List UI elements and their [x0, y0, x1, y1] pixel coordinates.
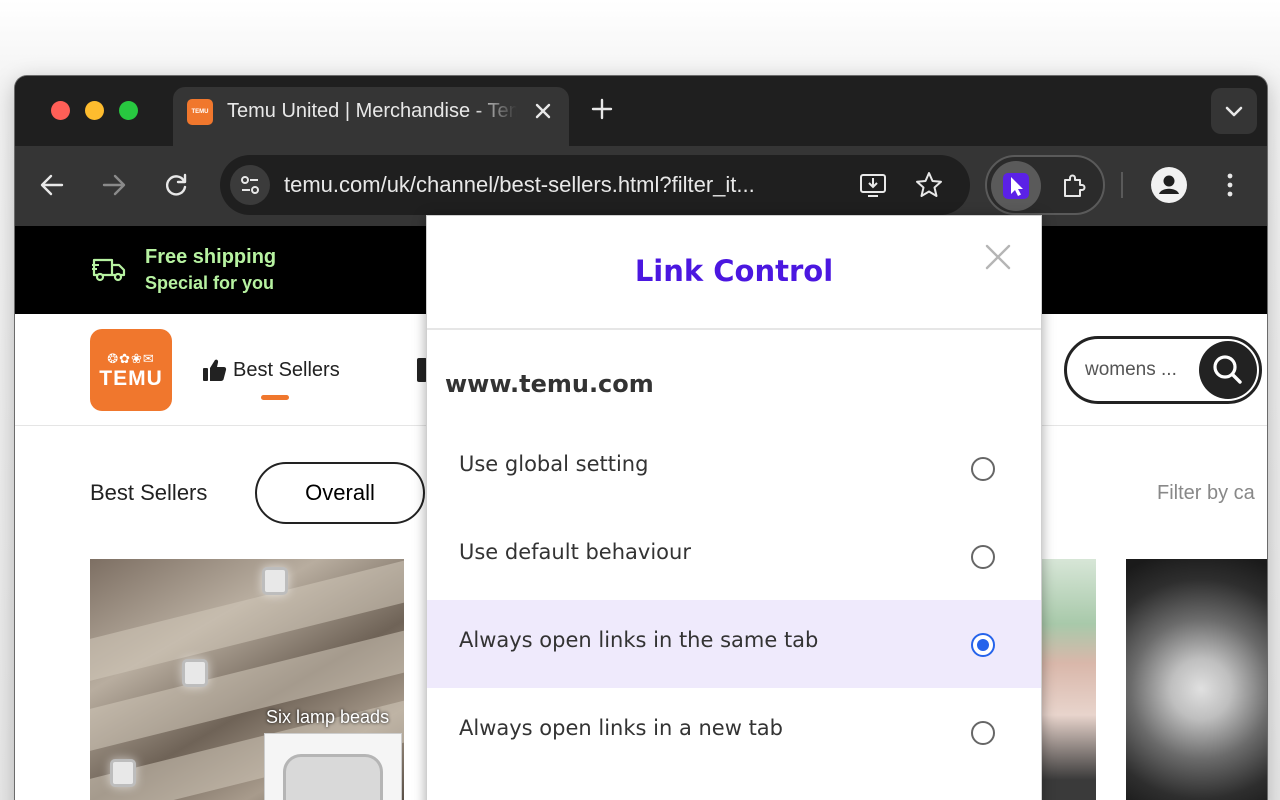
back-arrow-icon[interactable]	[37, 170, 67, 200]
search-bar[interactable]: womens ...	[1064, 336, 1262, 404]
section-label: Best Sellers	[90, 480, 208, 505]
tab-favicon: TEMU	[187, 99, 213, 125]
option-same-tab[interactable]: Always open links in the same tab	[427, 600, 1041, 688]
tab-strip: TEMU Temu United | Merchandise - Temu	[15, 76, 1267, 146]
link-control-popup: Link Control www.temu.com Use global set…	[426, 215, 1042, 800]
plus-icon[interactable]	[589, 96, 615, 122]
nav-active-indicator	[261, 395, 289, 400]
browser-tab[interactable]: TEMU Temu United | Merchandise - Temu	[173, 87, 569, 146]
product-image-detail	[110, 759, 136, 787]
tab-search-button[interactable]	[1211, 88, 1257, 134]
site-settings-icon[interactable]	[230, 165, 270, 205]
product-image-detail	[262, 567, 288, 595]
url-text[interactable]: temu.com/uk/channel/best-sellers.html?fi…	[284, 169, 844, 201]
overall-filter-button[interactable]: Overall	[255, 462, 425, 524]
option-label: Use default behaviour	[459, 540, 691, 564]
search-icon	[1213, 355, 1242, 384]
option-label: Always open links in a new tab	[459, 716, 784, 740]
radio-button[interactable]	[971, 545, 995, 569]
product-card[interactable]: Six lamp beads	[90, 559, 404, 800]
promo-title: Free shipping	[145, 246, 277, 268]
product-inset-image	[264, 733, 402, 800]
promo-subtitle: Special for you	[145, 273, 275, 293]
tab-title: Temu United | Merchandise - Temu	[227, 100, 517, 122]
truck-icon	[91, 254, 127, 284]
logo-wordmark: TEMU	[99, 367, 163, 390]
domain-label: www.temu.com	[445, 370, 654, 398]
radio-button[interactable]	[971, 457, 995, 481]
reload-icon[interactable]	[161, 170, 191, 200]
close-icon[interactable]	[531, 99, 555, 123]
address-bar[interactable]: temu.com/uk/channel/best-sellers.html?fi…	[220, 155, 970, 215]
maximize-window-button[interactable]	[119, 101, 138, 120]
option-use-global-setting[interactable]: Use global setting	[427, 424, 1041, 512]
product-image-detail	[182, 659, 208, 687]
browser-toolbar: temu.com/uk/channel/best-sellers.html?fi…	[15, 146, 1267, 226]
option-new-tab[interactable]: Always open links in a new tab	[427, 688, 1041, 776]
profile-icon[interactable]	[1151, 167, 1187, 203]
radio-button-checked[interactable]	[971, 633, 995, 657]
nav-best-sellers-label: Best Sellers	[233, 358, 340, 381]
popup-title: Link Control	[634, 254, 834, 288]
logo-symbols: ❂✿❀✉	[107, 351, 155, 366]
product-card[interactable]	[1042, 559, 1096, 800]
menu-dots-icon[interactable]	[1215, 170, 1245, 200]
product-image-detail	[283, 754, 383, 800]
option-use-default-behaviour[interactable]: Use default behaviour	[427, 512, 1041, 600]
option-label: Use global setting	[459, 452, 649, 476]
forward-arrow-icon[interactable]	[99, 170, 129, 200]
close-icon[interactable]	[983, 242, 1013, 272]
search-input[interactable]: womens ...	[1085, 359, 1195, 381]
product-card[interactable]	[1126, 559, 1267, 800]
cursor-extension-icon[interactable]	[991, 161, 1041, 211]
star-icon[interactable]	[914, 170, 944, 200]
nav-best-sellers[interactable]: Best Sellers	[201, 354, 340, 386]
install-icon[interactable]	[858, 170, 888, 200]
puzzle-icon[interactable]	[1059, 171, 1089, 201]
popup-header: Link Control	[427, 216, 1041, 330]
option-label: Always open links in the same tab	[459, 628, 819, 652]
toolbar-divider	[1121, 172, 1123, 198]
radio-button[interactable]	[971, 721, 995, 745]
extensions-group	[985, 155, 1105, 215]
close-window-button[interactable]	[51, 101, 70, 120]
chevron-down-icon	[1225, 106, 1243, 117]
thumbs-up-icon	[203, 359, 227, 381]
product-image-caption: Six lamp beads	[266, 707, 390, 727]
minimize-window-button[interactable]	[85, 101, 104, 120]
temu-logo[interactable]: ❂✿❀✉ TEMU	[90, 329, 172, 411]
search-button[interactable]	[1199, 341, 1257, 399]
filter-by-category[interactable]: Filter by ca	[1157, 482, 1255, 505]
